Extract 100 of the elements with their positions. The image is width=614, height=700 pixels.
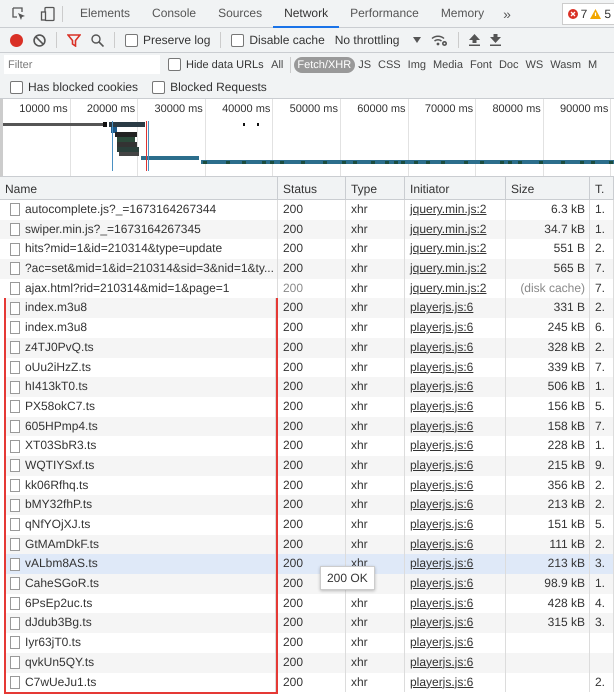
clear-icon[interactable] bbox=[33, 34, 46, 46]
type-filter-button[interactable]: WS bbox=[522, 56, 547, 72]
type-text: xhr bbox=[351, 517, 368, 531]
size-text: 215 kB bbox=[548, 458, 585, 472]
status-text: 200 bbox=[283, 556, 304, 570]
filter-field[interactable]: Filter bbox=[4, 55, 160, 74]
file-icon bbox=[10, 636, 20, 650]
type-filter-button[interactable]: JS bbox=[354, 56, 375, 72]
status-text: 200 bbox=[283, 300, 304, 314]
initiator-link[interactable]: playerjs.js:6 bbox=[410, 654, 474, 669]
network-conditions-icon[interactable] bbox=[431, 34, 448, 46]
initiator-link[interactable]: playerjs.js:6 bbox=[410, 635, 474, 650]
request-name[interactable]: C7wUeJu1.ts bbox=[25, 672, 96, 692]
type-filter-button[interactable]: Font bbox=[466, 56, 496, 72]
initiator-link[interactable]: jquery.min.js:2 bbox=[410, 261, 486, 276]
type-filter-button[interactable]: Doc bbox=[495, 56, 522, 72]
initiator-link[interactable]: playerjs.js:6 bbox=[410, 458, 474, 472]
panel-tab[interactable]: Console bbox=[141, 0, 208, 28]
initiator-link[interactable]: playerjs.js:6 bbox=[410, 536, 474, 551]
type-filter-button[interactable]: CSS bbox=[374, 56, 404, 72]
initiator-link[interactable]: jquery.min.js:2 bbox=[410, 222, 486, 236]
size-text: 156 kB bbox=[548, 398, 585, 413]
request-name[interactable]: qNfYOjXJ.ts bbox=[25, 515, 90, 535]
initiator-link[interactable]: jquery.min.js:2 bbox=[410, 202, 486, 216]
initiator-link[interactable]: playerjs.js:6 bbox=[410, 615, 474, 630]
request-name[interactable]: oUu2iHzZ.ts bbox=[25, 358, 92, 378]
checkbox[interactable]: Preserve log bbox=[125, 33, 210, 47]
status-text: 200 bbox=[283, 261, 304, 276]
status-text: 200 bbox=[283, 320, 304, 334]
device-toolbar-icon[interactable] bbox=[40, 6, 56, 22]
request-name[interactable]: XT03SbR3.ts bbox=[25, 436, 96, 456]
file-icon bbox=[10, 203, 20, 216]
checkbox[interactable]: Has blocked cookies bbox=[10, 80, 138, 94]
record-button[interactable] bbox=[10, 34, 23, 46]
time-text: 5. bbox=[595, 398, 606, 413]
request-name[interactable]: PX58okC7.ts bbox=[25, 396, 96, 417]
panel-tab[interactable]: Sources bbox=[207, 0, 274, 28]
size-text: 111 kB bbox=[549, 536, 585, 551]
type-filter-button[interactable]: Img bbox=[404, 56, 430, 72]
size-text: 228 kB bbox=[548, 438, 585, 452]
initiator-link[interactable]: jquery.min.js:2 bbox=[410, 280, 486, 295]
issues-counter[interactable]: 7 5 bbox=[562, 2, 614, 24]
request-name[interactable]: index.m3u8 bbox=[25, 318, 88, 338]
throttling-dropdown[interactable]: No throttling bbox=[334, 33, 422, 47]
time-text: 6. bbox=[595, 320, 606, 334]
initiator-link[interactable]: playerjs.js:6 bbox=[410, 576, 474, 590]
time-text: 2. bbox=[595, 497, 606, 512]
checkbox[interactable]: Hide data URLs bbox=[168, 58, 264, 71]
request-name[interactable]: kk06Rfhq.ts bbox=[25, 476, 88, 496]
size-text: 151 kB bbox=[548, 517, 585, 531]
column-header[interactable]: Initiator bbox=[405, 177, 506, 199]
type-filter-button[interactable]: Media bbox=[430, 56, 466, 72]
status-text: 200 bbox=[283, 222, 304, 236]
initiator-link[interactable]: playerjs.js:6 bbox=[410, 418, 474, 433]
initiator-link[interactable]: playerjs.js:6 bbox=[410, 674, 474, 688]
request-name[interactable]: 6PsEp2uc.ts bbox=[25, 594, 92, 614]
file-icon bbox=[10, 282, 20, 296]
status-text: 200 bbox=[283, 674, 304, 688]
time-text: 1. bbox=[595, 379, 606, 394]
initiator-link[interactable]: playerjs.js:6 bbox=[410, 517, 474, 531]
initiator-link[interactable]: playerjs.js:6 bbox=[410, 340, 474, 354]
request-name[interactable]: hits?mid=1&id=210314&type=update bbox=[25, 239, 222, 260]
column-header[interactable]: Status bbox=[278, 177, 346, 199]
checkbox[interactable]: Blocked Requests bbox=[152, 80, 267, 94]
request-name[interactable]: ajax.html?rid=210314&mid=1&page=1 bbox=[25, 278, 230, 298]
type-text: xhr bbox=[351, 261, 368, 276]
initiator-link[interactable]: playerjs.js:6 bbox=[410, 556, 474, 570]
column-header[interactable]: Type bbox=[346, 177, 405, 199]
column-header[interactable]: T. bbox=[590, 177, 614, 199]
upload-icon[interactable] bbox=[469, 34, 480, 46]
request-name[interactable]: Iyr63jT0.ts bbox=[25, 633, 82, 653]
type-filter-button[interactable]: All bbox=[268, 56, 287, 72]
type-filter-button[interactable]: M bbox=[584, 56, 601, 72]
initiator-link[interactable]: playerjs.js:6 bbox=[410, 497, 474, 512]
request-name[interactable]: autocomplete.js?_=1673164267344 bbox=[25, 200, 216, 220]
time-text: 7. bbox=[595, 418, 606, 433]
type-filter-button[interactable]: Wasm bbox=[546, 56, 585, 72]
initiator-link[interactable]: playerjs.js:6 bbox=[410, 398, 474, 413]
size-text: 98.9 kB bbox=[544, 576, 585, 590]
initiator-link[interactable]: jquery.min.js:2 bbox=[410, 241, 486, 256]
initiator-link[interactable]: playerjs.js:6 bbox=[410, 478, 474, 492]
panel-tab[interactable]: Performance bbox=[339, 0, 430, 28]
initiator-link[interactable]: playerjs.js:6 bbox=[410, 320, 474, 334]
initiator-link[interactable]: playerjs.js:6 bbox=[410, 360, 474, 374]
initiator-link[interactable]: playerjs.js:6 bbox=[410, 379, 474, 394]
panel-tab[interactable]: Memory bbox=[430, 0, 496, 28]
initiator-link[interactable]: playerjs.js:6 bbox=[410, 300, 474, 314]
column-header[interactable]: Name bbox=[0, 177, 278, 199]
checkbox[interactable]: Disable cache bbox=[231, 33, 325, 47]
more-tabs-button[interactable]: » bbox=[495, 6, 519, 22]
download-icon[interactable] bbox=[490, 34, 502, 46]
initiator-link[interactable]: playerjs.js:6 bbox=[410, 596, 474, 610]
time-text: 2. bbox=[595, 478, 606, 492]
column-header[interactable]: Size bbox=[506, 177, 590, 199]
filter-icon[interactable] bbox=[67, 34, 81, 46]
search-icon[interactable] bbox=[91, 34, 104, 46]
initiator-link[interactable]: playerjs.js:6 bbox=[410, 438, 474, 452]
size-text: 245 kB bbox=[548, 320, 585, 334]
type-text: xhr bbox=[351, 280, 368, 295]
panel-tab[interactable]: Elements bbox=[69, 0, 142, 28]
